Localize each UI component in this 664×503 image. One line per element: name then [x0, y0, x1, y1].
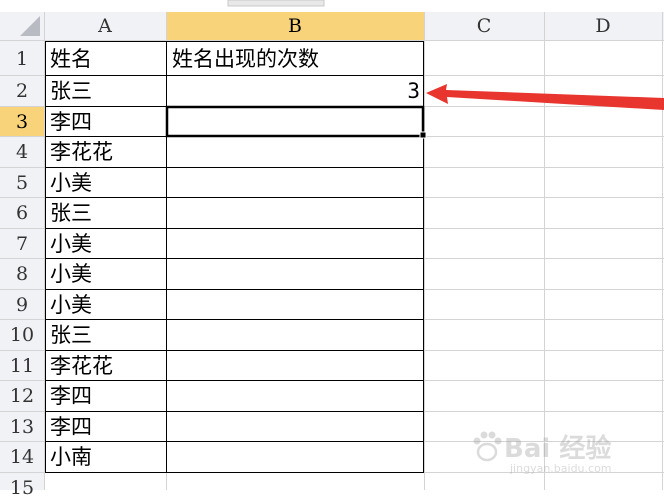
cell-a11[interactable]: 李花花 [50, 351, 164, 381]
row-header-9[interactable]: 9 [0, 290, 44, 320]
cell-a3[interactable]: 李四 [50, 107, 164, 137]
cell-a9[interactable]: 小美 [50, 290, 164, 320]
row-header-13[interactable]: 13 [0, 412, 44, 442]
row-header-8[interactable]: 8 [0, 259, 44, 289]
row-header-10[interactable]: 10 [0, 320, 44, 350]
cell-b1[interactable]: 姓名出现的次数 [172, 44, 420, 74]
column-header-a[interactable]: A [44, 12, 166, 40]
fill-handle[interactable] [419, 131, 427, 139]
cell-a5[interactable]: 小美 [50, 168, 164, 198]
cell-a12[interactable]: 李四 [50, 381, 164, 411]
row-header-11[interactable]: 11 [0, 351, 44, 381]
row-header-14[interactable]: 14 [0, 442, 44, 472]
baidu-jingyan-watermark: Bai 经验 jingyan.baidu.com [470, 424, 630, 484]
row-header-5[interactable]: 5 [0, 168, 44, 198]
paw-logo-icon [473, 431, 502, 462]
cell-a14[interactable]: 小南 [50, 442, 164, 472]
cell-a7[interactable]: 小美 [50, 229, 164, 259]
spreadsheet: A B C D 1 2 3 4 5 6 7 8 9 10 11 12 13 14… [0, 0, 664, 499]
cell-b2[interactable]: 3 [172, 76, 420, 106]
cell-a1[interactable]: 姓名 [50, 44, 164, 74]
row-header-1[interactable]: 1 [0, 44, 44, 74]
cell-a4[interactable]: 李花花 [50, 137, 164, 167]
cell-a8[interactable]: 小美 [50, 259, 164, 289]
cell-a10[interactable]: 张三 [50, 320, 164, 350]
row-header-6[interactable]: 6 [0, 198, 44, 228]
active-cell-selection[interactable] [165, 105, 425, 138]
row-header-3[interactable]: 3 [0, 107, 44, 137]
column-header-d[interactable]: D [544, 12, 662, 40]
cell-a2[interactable]: 张三 [50, 76, 164, 106]
watermark-text: Bai 经验 [504, 434, 612, 464]
row-header-2[interactable]: 2 [0, 76, 44, 106]
column-header-c[interactable]: C [424, 12, 544, 40]
row-header-7[interactable]: 7 [0, 229, 44, 259]
scroll-tab[interactable] [227, 0, 325, 7]
row-header-15[interactable]: 15 [0, 473, 44, 503]
watermark-subtext: jingyan.baidu.com [510, 462, 612, 475]
column-header-b[interactable]: B [166, 12, 424, 40]
cell-a13[interactable]: 李四 [50, 412, 164, 442]
cell-a6[interactable]: 张三 [50, 198, 164, 228]
row-header-12[interactable]: 12 [0, 381, 44, 411]
formula-bar-edge [0, 0, 664, 12]
row-header-4[interactable]: 4 [0, 137, 44, 167]
